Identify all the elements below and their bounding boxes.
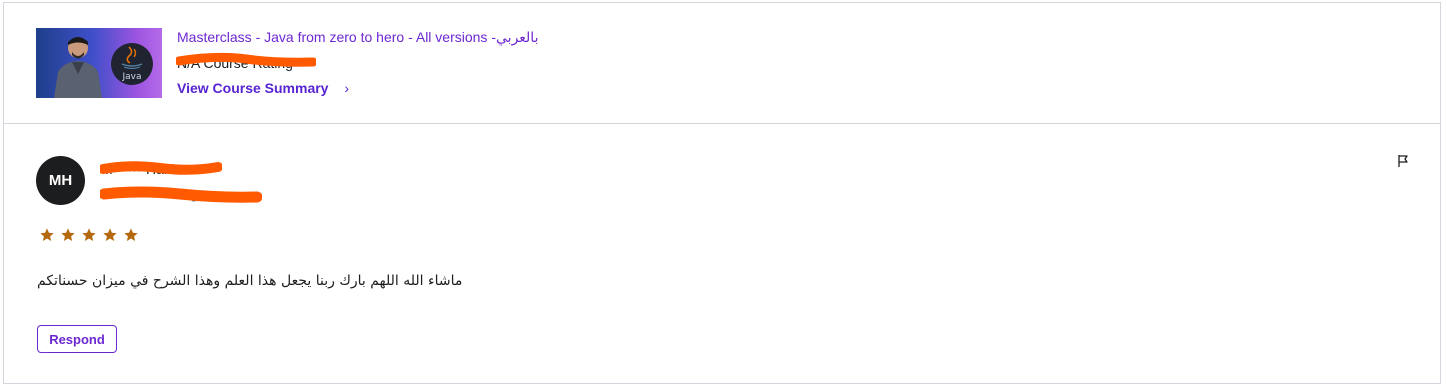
star-icon: [82, 228, 96, 241]
svg-text:Java: Java: [121, 72, 141, 82]
course-header: Java Masterclass - Java from zero to her…: [4, 3, 1440, 124]
review-meta: U••••••••••••••••ago: [101, 187, 205, 202]
view-course-summary-link[interactable]: View Course Summary ›: [177, 80, 349, 96]
review-text: ماشاء الله اللهم بارك ربنا يجعل هذا العل…: [37, 273, 463, 289]
star-icon: [103, 228, 117, 241]
flag-icon[interactable]: [1396, 154, 1410, 168]
review-card: Java Masterclass - Java from zero to her…: [3, 2, 1441, 384]
course-title[interactable]: Masterclass - Java from zero to hero - A…: [177, 29, 538, 46]
reviewer-name: M•••••• Hakim: [101, 161, 186, 177]
star-icon: [61, 228, 75, 241]
java-logo-icon: Java: [111, 43, 153, 85]
course-thumbnail-image: Java: [54, 37, 153, 98]
avatar: MH: [36, 156, 85, 205]
course-rating-label: N/A Course Rating: [177, 55, 293, 71]
star-icon: [40, 228, 54, 241]
chevron-right-icon: ›: [344, 80, 350, 96]
star-icon: [124, 228, 138, 241]
respond-button[interactable]: Respond: [37, 325, 117, 353]
star-rating: [39, 227, 139, 243]
course-thumbnail[interactable]: Java: [36, 28, 162, 98]
view-course-summary-label: View Course Summary: [177, 80, 329, 96]
